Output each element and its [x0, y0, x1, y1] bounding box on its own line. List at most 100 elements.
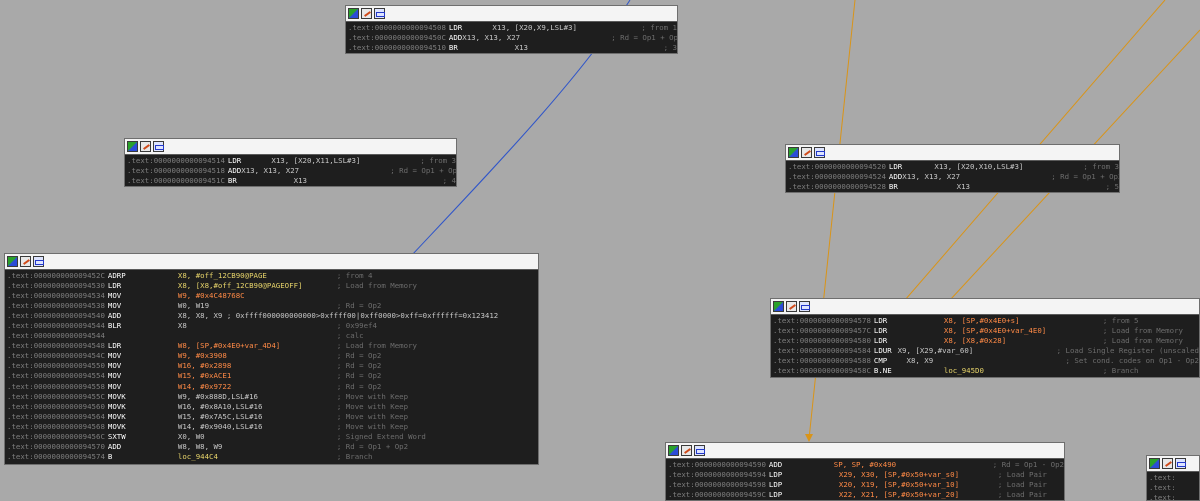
- instruction-line[interactable]: .text:0000000000094570 ADD W8, W8, W9 ; Rd …: [7, 442, 538, 452]
- operands: [178, 331, 334, 341]
- instruction-line[interactable]: .text:0000000000094538 MOV W0, W19 ; Rd = O…: [7, 301, 538, 311]
- color-icon[interactable]: [127, 141, 138, 152]
- instruction-line[interactable]: .text:000000000009454C MOV W9, #0x3908 ; Rd…: [7, 351, 538, 361]
- block-9452C[interactable]: .text:000000000009452C ADRP X8, #off_12CB9…: [4, 253, 539, 465]
- block-94508[interactable]: .text:0000000000094508 LDR X13, [X20,X9,LS…: [345, 5, 678, 54]
- color-icon[interactable]: [7, 256, 18, 267]
- operands: SP, SP, #0x490: [833, 460, 897, 469]
- block-94514[interactable]: .text:0000000000094514 LDR X13, [X20,X11,L…: [124, 138, 457, 187]
- instruction-line[interactable]: .text:000000000009455C MOVK W9, #0x888D,LS…: [7, 392, 538, 402]
- color-icon[interactable]: [1149, 458, 1160, 469]
- instruction-line[interactable]: .text:0000000000094528 BR X13 ; 5: [788, 182, 1119, 192]
- rename-icon[interactable]: [786, 301, 797, 312]
- color-icon[interactable]: [668, 445, 679, 456]
- instruction-line[interactable]: .text:0000000000094518 ADD X13, X13, X27 ; …: [127, 166, 456, 176]
- operands: loc_945D0: [943, 366, 984, 376]
- address: .text:0000000000094548: [7, 341, 105, 351]
- operands: X29, X30, [SP,#0x50+var_s0]: [838, 470, 960, 480]
- instruction-line[interactable]: .text:0000000000094594 LDP X29, X30, [SP,#…: [668, 470, 1064, 480]
- instruction-line[interactable]: .text:0000000000094590 ADD SP, SP, #0x490;…: [668, 460, 1064, 470]
- instruction-line[interactable]: .text:0000000000094578 LDR X8, [SP,#0x4E0+…: [773, 316, 1199, 326]
- operands: X13: [293, 176, 307, 186]
- instruction-line[interactable]: .text:0000000000094554 MOV W15, #0xACE1 ; R…: [7, 371, 538, 381]
- block-94578[interactable]: .text:0000000000094578 LDR X8, [SP,#0x4E0+…: [770, 298, 1200, 378]
- rename-icon[interactable]: [1162, 458, 1173, 469]
- group-icon[interactable]: [814, 147, 825, 158]
- comment: ; Rd = Op1 + Op2: [1051, 172, 1120, 182]
- instruction-line[interactable]: .text:0000000000094520 LDR X13, [X20,X10,L…: [788, 162, 1119, 172]
- instruction-line[interactable]: .text:000000000009456C SXTW X0, W0 ; Signed…: [7, 432, 538, 442]
- instruction-line[interactable]: .text:000000000009459C LDP X22, X21, [SP,#…: [668, 490, 1064, 500]
- instruction-line[interactable]: .text:0000000000094588 CMP X8, X9 ; Set con…: [773, 356, 1199, 366]
- comment: ; 0x99ef4: [336, 321, 377, 331]
- instruction-line[interactable]: .text:000000000009450C ADD X13, X13, X27 ; …: [348, 33, 677, 43]
- instruction-line[interactable]: .text:000000000009458C B.NE loc_945D0 ; Bra…: [773, 366, 1199, 376]
- instruction-line[interactable]: .text:000000000009457C LDR X8, [SP,#0x4E0+…: [773, 326, 1199, 336]
- rename-icon[interactable]: [681, 445, 692, 456]
- operands: [1179, 493, 1199, 500]
- instruction-line[interactable]: .text:000000000009452C ADRP X8, #off_12CB9…: [7, 271, 538, 281]
- comment: ; Rd = Op1 + Op2: [336, 441, 409, 451]
- instruction-line[interactable]: .text:0000000000094544 BLR X8 ; 0x99ef4: [7, 321, 538, 331]
- comment: ; Load Pair: [997, 490, 1047, 500]
- comment: ; Move with Keep: [336, 401, 409, 411]
- instruction-line[interactable]: .text:0000000000094564 MOVK W15, #0x7A5C,L…: [7, 412, 538, 422]
- address: .text:0000000000094544: [7, 331, 105, 341]
- mnemonic: B.NE: [873, 366, 892, 376]
- node-toolbar: [5, 254, 538, 270]
- group-icon[interactable]: [374, 8, 385, 19]
- instruction-list: .text:0000000000094578 LDR X8, [SP,#0x4E0+…: [771, 315, 1199, 376]
- instruction-line[interactable]: .text:0000000000094524 ADD X13, X13, X27 ; …: [788, 172, 1119, 182]
- group-icon[interactable]: [33, 256, 44, 267]
- instruction-line[interactable]: .text:0000000000094510 BR X13 ; 3: [348, 43, 677, 53]
- rename-icon[interactable]: [140, 141, 151, 152]
- instruction-line[interactable]: .text:0000000000094574 Bloc_944C4 ; Branch: [7, 452, 538, 462]
- operands: X8, [SP,#0x4E0+var_4E0]: [943, 326, 1047, 336]
- mnemonic: LDR: [448, 23, 463, 32]
- instruction-line[interactable]: .text:0000000000094580 LDR X8, [X8,#0x28];…: [773, 336, 1199, 346]
- block-94520[interactable]: .text:0000000000094520 LDR X13, [X20,X10,L…: [785, 144, 1120, 193]
- instruction-line[interactable]: .text:0000000000094560 MOVK W16, #0x8A10,L…: [7, 402, 538, 412]
- instruction-line[interactable]: .text:0000000000094598 LDP X20, X19, [SP,#…: [668, 480, 1064, 490]
- group-icon[interactable]: [153, 141, 164, 152]
- comment: ; Signed Extend Word: [336, 431, 426, 441]
- address: .text:0000000000094528: [788, 182, 886, 192]
- instruction-line[interactable]: .text:: [1149, 493, 1199, 500]
- operands: W16, #0x8A10,LSL#16: [177, 401, 263, 411]
- instruction-line[interactable]: .text:0000000000094550 MOV W16, #0x2898 ; R…: [7, 361, 538, 371]
- instruction-line[interactable]: .text:0000000000094514 LDR X13, [X20,X11,L…: [127, 156, 456, 166]
- instruction-line[interactable]: .text:: [1149, 483, 1199, 493]
- operands: W15, #0x7A5C,LSL#16: [177, 411, 263, 421]
- rename-icon[interactable]: [20, 256, 31, 267]
- instruction-line[interactable]: .text:0000000000094544 ; calc: [7, 331, 538, 341]
- operands: X22, X21, [SP,#0x50+var_20]: [838, 490, 960, 500]
- color-icon[interactable]: [773, 301, 784, 312]
- instruction-line[interactable]: .text:0000000000094534 MOV W9, #0x4C48768C: [7, 291, 538, 301]
- instruction-line[interactable]: .text:000000000009451C BR X13 ; 4: [127, 176, 456, 186]
- instruction-line[interactable]: .text:0000000000094548 LDR W8, [SP,#0x4E0+…: [7, 341, 538, 351]
- color-icon[interactable]: [348, 8, 359, 19]
- group-icon[interactable]: [799, 301, 810, 312]
- operands: X13, X13, X27: [462, 33, 521, 43]
- instruction-line[interactable]: .text:0000000000094568 MOVK W14, #0x9040,L…: [7, 422, 538, 432]
- operands: X13: [514, 43, 528, 53]
- block-94590[interactable]: .text:0000000000094590 ADD SP, SP, #0x490;…: [665, 442, 1065, 501]
- instruction-line[interactable]: .text:0000000000094540 ADD X8, X8, X9 ; 0x…: [7, 311, 538, 321]
- comment: ; Load Pair: [997, 480, 1047, 490]
- instruction-line[interactable]: .text:0000000000094530 LDR X8, [X8,#off_12…: [7, 281, 538, 291]
- color-icon[interactable]: [788, 147, 799, 158]
- instruction-line[interactable]: .text:: [1149, 473, 1199, 483]
- instruction-line[interactable]: .text:0000000000094508 LDR X13, [X20,X9,LS…: [348, 23, 677, 33]
- mnemonic: LDR: [227, 156, 242, 165]
- rename-icon[interactable]: [801, 147, 812, 158]
- block-partial-right[interactable]: .text: .text: .text:: [1146, 455, 1200, 501]
- group-icon[interactable]: [1175, 458, 1186, 469]
- mnemonic: LDP: [768, 480, 783, 490]
- mnemonic: MOV: [107, 301, 122, 311]
- group-icon[interactable]: [694, 445, 705, 456]
- instruction-line[interactable]: .text:0000000000094558 MOV W14, #0x9722 ; R…: [7, 382, 538, 392]
- mnemonic: MOV: [107, 371, 122, 381]
- address: .text:0000000000094524: [788, 172, 886, 182]
- instruction-line[interactable]: .text:0000000000094584 LDUR X9, [X29,#var_…: [773, 346, 1199, 356]
- rename-icon[interactable]: [361, 8, 372, 19]
